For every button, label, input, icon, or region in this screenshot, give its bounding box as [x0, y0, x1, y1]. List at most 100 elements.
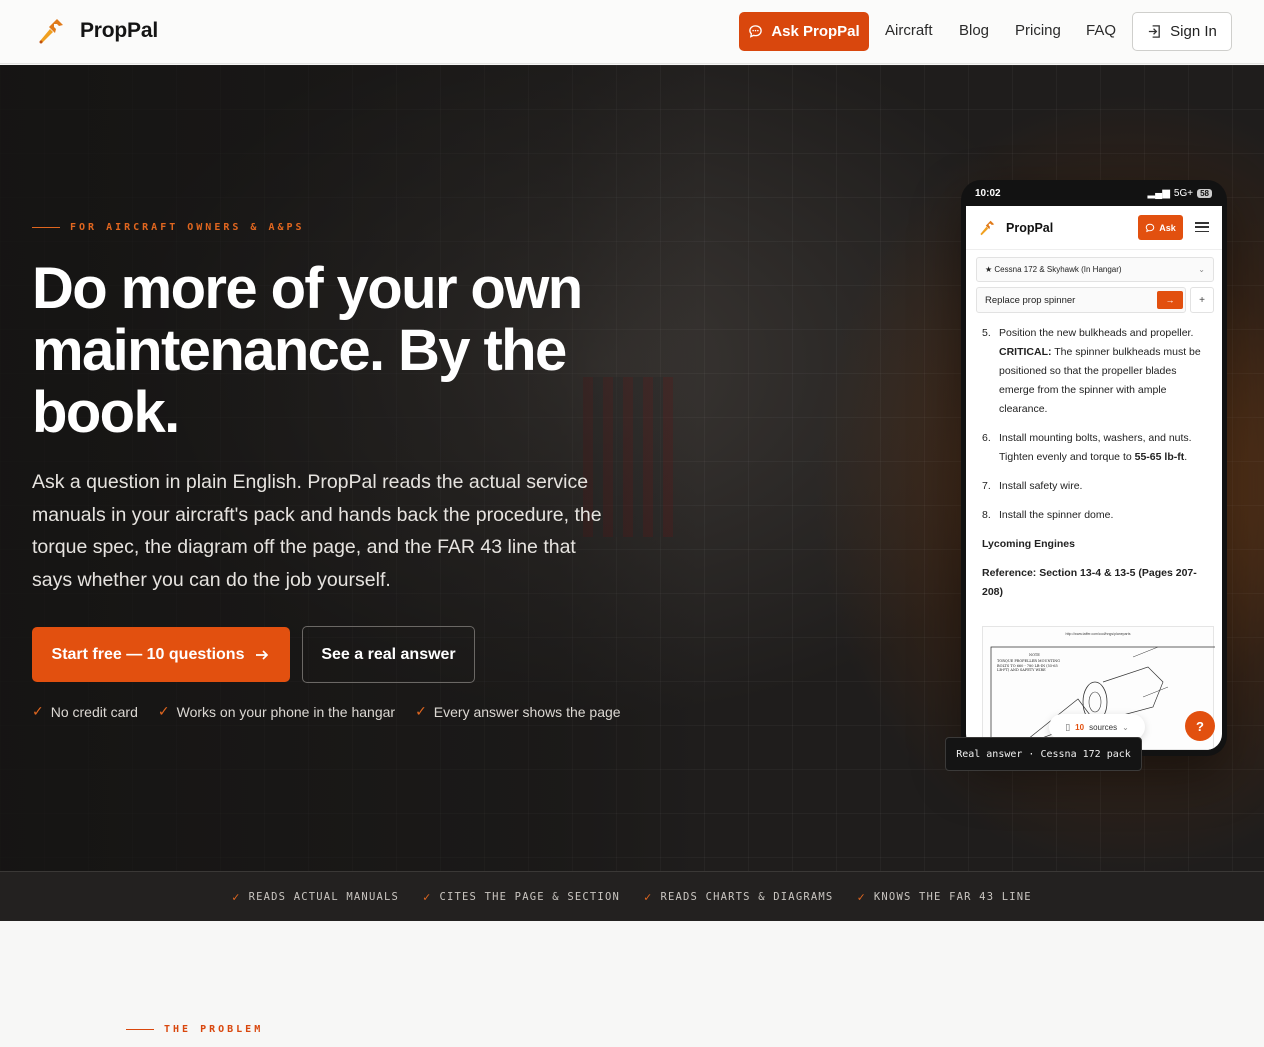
chat-icon: [1145, 223, 1155, 232]
list-item: 8. Install the spinner dome.: [982, 506, 1214, 525]
check-label: Every answer shows the page: [433, 703, 621, 720]
chevron-down-icon: ⌄: [1122, 722, 1129, 732]
check-icon: ✓: [32, 703, 44, 719]
aircraft-select-value: ★ Cessna 172 & Skyhawk (In Hangar): [985, 265, 1122, 274]
step-text: Install the spinner dome.: [999, 509, 1114, 521]
check-icon: ✓: [423, 889, 432, 904]
check-icon: ✓: [857, 889, 866, 904]
feature-strip: ✓ READS ACTUAL MANUALS ✓ CITES THE PAGE & …: [0, 871, 1264, 921]
ask-proppal-button[interactable]: Ask PropPal: [739, 12, 869, 51]
nav-link-aircraft[interactable]: Aircraft: [885, 22, 933, 39]
brand-logo-link[interactable]: PropPal: [36, 16, 158, 46]
list-item: 5. Position the new bulkheads and propell…: [982, 324, 1214, 419]
hero-title: Do more of your own maintenance. By the …: [32, 256, 583, 445]
step-bold: 55-65 lb-ft: [1134, 451, 1185, 463]
check-icon: ✓: [232, 889, 241, 904]
help-button[interactable]: ?: [1185, 711, 1215, 741]
check-icon: ✓: [644, 889, 653, 904]
step-text: Position the new bulkheads and propeller…: [999, 327, 1194, 339]
question-input[interactable]: Replace prop spinner →: [976, 287, 1186, 313]
status-time: 10:02: [975, 187, 1001, 199]
sign-in-button[interactable]: Sign In: [1132, 12, 1232, 51]
phone-mockup: 10:02 ▂▄▆ 5G+ 58 PropPal Ask ★ Cessna 17…: [961, 180, 1227, 756]
start-free-button[interactable]: Start free — 10 questions: [32, 627, 290, 682]
app-name: PropPal: [1006, 220, 1054, 235]
problem-eyebrow-text: THE PROBLEM: [164, 1024, 264, 1035]
add-button[interactable]: +: [1190, 287, 1214, 313]
answer-body: 5. Position the new bulkheads and propell…: [982, 324, 1214, 612]
help-icon: ?: [1196, 718, 1204, 734]
question-row: Replace prop spinner → +: [976, 287, 1214, 313]
aircraft-select[interactable]: ★ Cessna 172 & Skyhawk (In Hangar) ⌄: [976, 257, 1214, 282]
start-free-label: Start free — 10 questions: [51, 645, 245, 663]
problem-eyebrow: THE PROBLEM: [126, 1024, 263, 1035]
feature-label: KNOWS THE FAR 43 LINE: [873, 890, 1032, 903]
see-real-answer-button[interactable]: See a real answer: [302, 626, 475, 683]
diagram-text: TORQUE PROPELLER MOUNTING BOLTS TO 660 -…: [997, 659, 1061, 672]
status-network: 5G+: [1173, 187, 1194, 199]
wrench-logo-icon: [39, 19, 63, 44]
question-text: Replace prop spinner: [985, 294, 1076, 306]
sources-label: sources: [1089, 722, 1118, 732]
hero-checks: ✓ No credit card ✓ Works on your phone in …: [32, 703, 621, 720]
ask-proppal-label: Ask PropPal: [771, 23, 860, 40]
arrow-right-icon: [256, 649, 269, 660]
feature-item: ✓ KNOWS THE FAR 43 LINE: [857, 890, 1031, 904]
app-ask-label: Ask: [1159, 222, 1176, 233]
hero-section: FOR AIRCRAFT OWNERS & A&PS Do more of yo…: [0, 65, 1264, 871]
check-icon: ✓: [415, 703, 427, 719]
status-icons: ▂▄▆ 5G+ 58: [1147, 188, 1212, 199]
feature-label: READS CHARTS & DIAGRAMS: [660, 890, 834, 903]
feature-label: READS ACTUAL MANUALS: [248, 890, 400, 903]
step-number: 5.: [982, 327, 991, 339]
check-icon: ✓: [157, 703, 170, 719]
list-item: 7. Install safety wire.: [982, 477, 1214, 496]
feature-item: ✓ READS ACTUAL MANUALS: [232, 890, 399, 904]
steps-list: 5. Position the new bulkheads and propell…: [982, 324, 1214, 525]
hero-eyebrow: FOR AIRCRAFT OWNERS & A&PS: [32, 222, 305, 233]
step-text: Install safety wire.: [999, 480, 1083, 492]
submit-arrow-button[interactable]: →: [1157, 291, 1183, 309]
hero-subtitle: Ask a question in plain English. PropPal…: [32, 471, 602, 591]
check-label: No credit card: [50, 703, 138, 720]
chevron-down-icon: ⌄: [1198, 265, 1205, 274]
section-heading: Lycoming Engines: [982, 538, 1075, 550]
chat-icon: [749, 25, 763, 38]
list-item: 6. Install mounting bolts, washers, and n…: [982, 429, 1214, 467]
step-bold: CRITICAL:: [999, 346, 1052, 358]
nav-link-faq[interactable]: FAQ: [1086, 22, 1116, 39]
phone-screen: PropPal Ask ★ Cessna 172 & Skyhawk (In H…: [966, 206, 1222, 750]
eyebrow-line: [126, 1028, 154, 1031]
feature-item: ✓ CITES THE PAGE & SECTION: [423, 890, 620, 904]
step-number: 7.: [982, 480, 991, 492]
feature-item: ✓ READS CHARTS & DIAGRAMS: [644, 890, 833, 904]
check-item: ✓ Works on your phone in the hangar: [158, 703, 395, 720]
wrench-logo-icon: [980, 220, 995, 235]
step-number: 8.: [982, 509, 991, 521]
app-header: PropPal Ask: [966, 206, 1222, 250]
feature-label: CITES THE PAGE & SECTION: [439, 890, 620, 903]
document-icon: ▯: [1065, 721, 1071, 732]
check-label: Works on your phone in the hangar: [176, 703, 396, 720]
app-ask-button[interactable]: Ask: [1138, 215, 1183, 240]
step-text: .: [1184, 451, 1188, 463]
top-nav: PropPal Ask PropPal Aircraft Blog Pricin…: [0, 0, 1264, 64]
menu-icon[interactable]: [1195, 222, 1209, 232]
check-item: ✓ Every answer shows the page: [415, 703, 621, 720]
sources-count: 10: [1075, 722, 1085, 732]
check-item: ✓ No credit card: [32, 703, 138, 720]
brand-name: PropPal: [80, 19, 158, 42]
diagram-note: NOTE: [1029, 653, 1040, 657]
phone-caption: Real answer · Cessna 172 pack: [945, 737, 1142, 771]
nav-link-pricing[interactable]: Pricing: [1015, 22, 1061, 39]
eyebrow-line: [32, 226, 60, 229]
battery-icon: 58: [1197, 188, 1212, 198]
hero-eyebrow-text: FOR AIRCRAFT OWNERS & A&PS: [70, 222, 305, 233]
phone-status-bar: 10:02 ▂▄▆ 5G+ 58: [966, 180, 1222, 206]
signal-icon: ▂▄▆: [1147, 187, 1170, 199]
step-number: 6.: [982, 432, 991, 444]
sign-in-label: Sign In: [1170, 23, 1217, 40]
reference-line: Reference: Section 13-4 & 13-5 (Pages 20…: [982, 567, 1197, 598]
nav-link-blog[interactable]: Blog: [959, 22, 989, 39]
sign-in-icon: [1149, 25, 1160, 38]
